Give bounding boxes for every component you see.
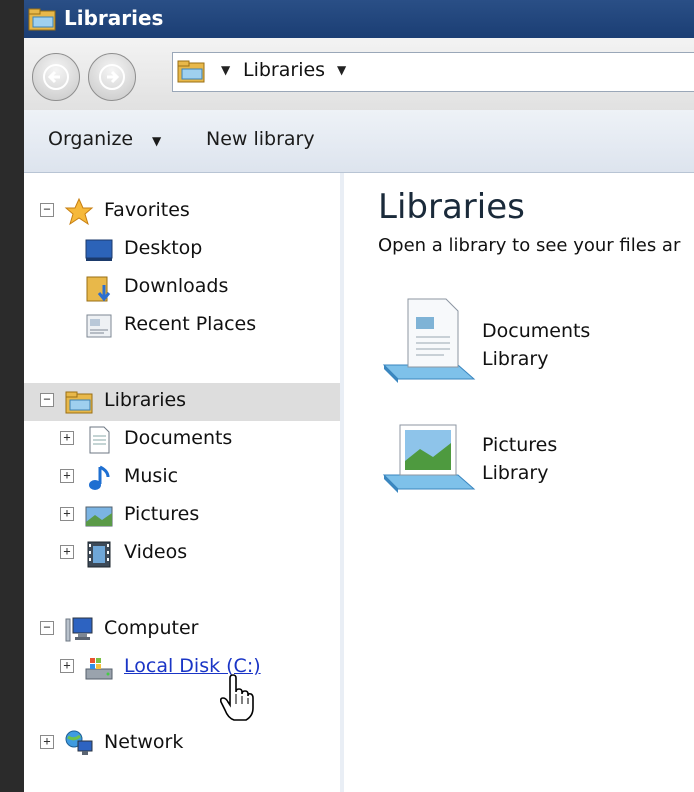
title-bar[interactable]: Libraries [24,0,694,38]
library-item-documents[interactable]: Documents Library [378,295,688,395]
pictures-icon [84,501,114,531]
command-bar: Organize ▼ New library [24,110,694,173]
back-button[interactable] [32,53,80,101]
library-item-documents-label: Documents Library [482,317,590,373]
library-type: Library [482,462,549,484]
breadcrumb-libraries[interactable]: Libraries [243,59,325,81]
videos-icon [84,539,114,569]
expand-icon[interactable]: + [60,507,74,521]
nav-item-desktop[interactable]: Desktop [24,231,340,269]
nav-label-computer: Computer [104,617,199,639]
organize-dropdown-icon[interactable]: ▼ [152,134,161,148]
nav-favorites[interactable]: − Favorites [24,193,340,231]
nav-label-libraries: Libraries [104,389,187,411]
nav-label-pictures: Pictures [124,503,200,525]
explorer-window: Libraries ▼ Libraries ▼ Organize ▼ New l… [24,0,694,792]
forward-button[interactable] [88,53,136,101]
forward-icon [99,64,125,90]
nav-computer[interactable]: − Computer [24,611,340,649]
navigation-pane: − Favorites Desktop Downloads Recent Pla… [24,173,341,792]
library-name: Pictures [482,434,558,456]
pictures-library-icon [378,409,478,505]
expand-icon[interactable]: + [60,545,74,559]
nav-label-network: Network [104,731,184,753]
nav-label-documents: Documents [124,427,233,449]
nav-item-videos[interactable]: + Videos [24,535,340,573]
music-icon [84,463,114,493]
nav-label-videos: Videos [124,541,188,563]
content-pane: Libraries Open a library to see your fil… [344,173,694,792]
navigation-bar: ▼ Libraries ▼ [24,38,694,111]
local-disk-icon [84,653,114,683]
library-name: Documents [482,320,591,342]
libraries-icon [177,59,207,85]
collapse-icon[interactable]: − [40,621,54,635]
nav-libraries[interactable]: − Libraries [24,383,340,421]
nav-label-music: Music [124,465,179,487]
nav-item-music[interactable]: + Music [24,459,340,497]
nav-label-favorites: Favorites [104,199,190,221]
breadcrumb-separator-icon[interactable]: ▼ [221,63,230,77]
organize-button[interactable]: Organize [48,128,133,150]
nav-item-local-disk[interactable]: + Local Disk (C:) [24,649,340,687]
hand-cursor-icon [219,674,254,722]
window-title: Libraries [64,6,164,30]
library-type: Library [482,348,549,370]
breadcrumb-dropdown-icon[interactable]: ▼ [337,63,346,77]
content-title: Libraries [378,187,525,227]
computer-icon [64,615,94,645]
desktop-icon [84,235,114,265]
new-library-button[interactable]: New library [206,128,315,150]
library-item-pictures[interactable]: Pictures Library [378,409,688,509]
downloads-icon [84,273,114,303]
star-icon [64,197,94,227]
library-item-pictures-label: Pictures Library [482,431,557,487]
nav-label-downloads: Downloads [124,275,229,297]
expand-icon[interactable]: + [60,431,74,445]
collapse-icon[interactable]: − [40,393,54,407]
nav-network[interactable]: + Network [24,725,340,763]
nav-item-pictures[interactable]: + Pictures [24,497,340,535]
content-subtitle: Open a library to see your files ar [378,235,681,256]
nav-item-recent-places[interactable]: Recent Places [24,307,340,345]
documents-library-icon [378,295,478,391]
nav-item-downloads[interactable]: Downloads [24,269,340,307]
address-bar[interactable]: ▼ Libraries ▼ [172,52,694,92]
expand-icon[interactable]: + [40,735,54,749]
libraries-icon [64,387,94,417]
collapse-icon[interactable]: − [40,203,54,217]
back-icon [43,64,69,90]
nav-item-documents[interactable]: + Documents [24,421,340,459]
documents-icon [84,425,114,455]
expand-icon[interactable]: + [60,469,74,483]
expand-icon[interactable]: + [60,659,74,673]
nav-label-desktop: Desktop [124,237,203,259]
nav-label-recent-places: Recent Places [124,313,257,335]
libraries-icon [28,8,58,32]
recent-places-icon [84,311,114,341]
network-icon [64,729,94,759]
